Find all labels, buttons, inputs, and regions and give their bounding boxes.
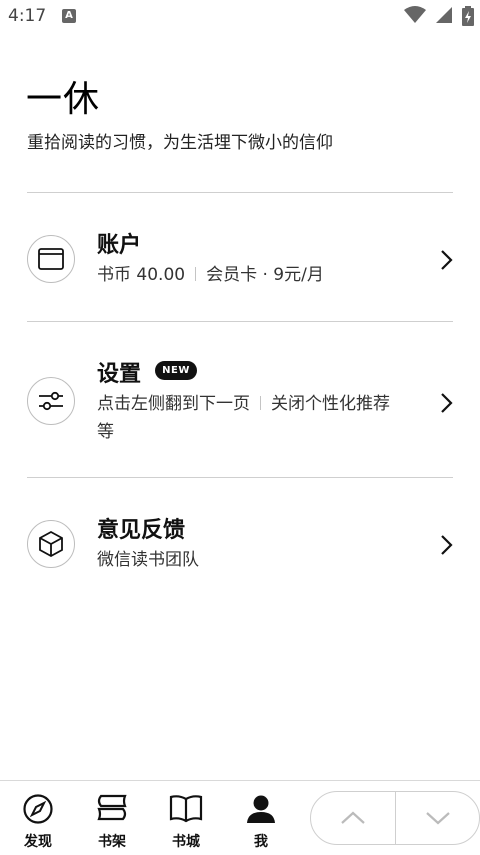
notification-icon: A: [62, 9, 76, 23]
battery-icon: [462, 6, 474, 26]
feedback-subtitle: 微信读书团队: [97, 550, 199, 570]
feedback-title: 意见反馈: [97, 518, 186, 543]
separator: [195, 267, 197, 281]
tab-bookshelf[interactable]: 书架: [82, 781, 142, 855]
membership-info: 会员卡 · 9元/月: [206, 265, 324, 285]
tab-me[interactable]: 我: [231, 781, 291, 855]
open-book-icon: [169, 795, 203, 823]
chevron-right-icon: [441, 393, 453, 413]
coin-balance: 书币 40.00: [97, 265, 186, 285]
settings-option-more: 等: [97, 422, 114, 442]
status-icons: [400, 6, 474, 26]
wifi-icon: [403, 6, 426, 23]
separator: [260, 396, 261, 410]
scroll-down-button[interactable]: [396, 792, 480, 844]
status-time: 4:17: [8, 6, 47, 26]
tab-label: 书架: [98, 834, 126, 850]
tab-label: 书城: [172, 834, 200, 850]
new-badge: NEW: [155, 361, 197, 380]
chevron-right-icon: [441, 250, 453, 270]
chevron-right-icon: [441, 535, 453, 555]
profile-name: 一休: [26, 79, 101, 120]
status-bar: 4:17 A: [0, 0, 480, 34]
wallet-icon: [27, 235, 75, 283]
profile-motto: 重拾阅读的习惯，为生活埋下微小的信仰: [27, 133, 333, 153]
account-subtitle: 书币 40.00 会员卡 · 9元/月: [97, 261, 324, 289]
settings-title: 设置: [97, 362, 142, 387]
chevron-up-icon: [341, 811, 365, 824]
settings-subtitle: 点击左侧翻到下一页 关闭个性化推荐 等: [97, 390, 427, 446]
compass-icon: [23, 794, 53, 824]
settings-option-recommend: 关闭个性化推荐: [271, 394, 390, 414]
signal-icon: [435, 7, 452, 23]
person-icon: [247, 795, 275, 823]
bookshelf-icon: [97, 794, 127, 821]
account-title: 账户: [97, 233, 142, 258]
scroll-up-button[interactable]: [311, 792, 395, 844]
bottom-tab-bar: 发现 书架 书城 我: [0, 780, 480, 855]
tab-label: 发现: [24, 834, 52, 850]
page-nav: [310, 791, 480, 845]
settings-option-page-turn: 点击左侧翻到下一页: [97, 394, 250, 414]
sliders-icon: [27, 377, 75, 425]
menu-row-account[interactable]: 账户 书币 40.00 会员卡 · 9元/月: [0, 193, 480, 321]
tab-discover[interactable]: 发现: [8, 781, 68, 855]
tab-bookstore[interactable]: 书城: [156, 781, 216, 855]
menu-row-feedback[interactable]: 意见反馈 微信读书团队: [0, 478, 480, 610]
chevron-down-icon: [426, 812, 450, 825]
cube-icon: [27, 520, 75, 568]
menu-row-settings[interactable]: 设置 点击左侧翻到下一页 关闭个性化推荐 等: [0, 322, 480, 477]
tab-label: 我: [254, 834, 268, 850]
